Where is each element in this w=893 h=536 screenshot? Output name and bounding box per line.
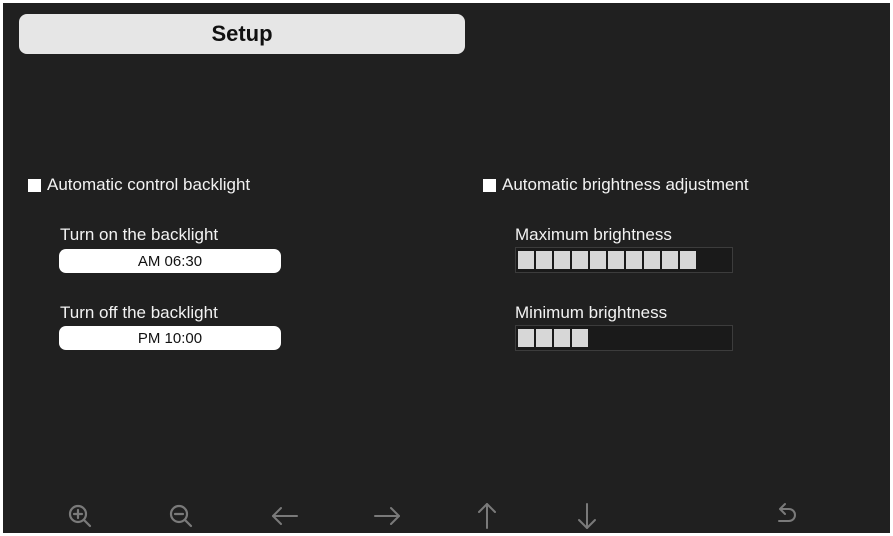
- brightness-level-segment: [518, 251, 534, 269]
- brightness-level-segment: [590, 251, 606, 269]
- brightness-level-segment: [536, 329, 552, 347]
- brightness-level-segment: [572, 329, 588, 347]
- backlight-on-label: Turn on the backlight: [60, 225, 219, 244]
- arrow-down-icon[interactable]: [571, 500, 603, 532]
- brightness-level-segment: [554, 329, 570, 347]
- auto-backlight-label: Automatic control backlight: [47, 175, 251, 194]
- brightness-level-segment: [680, 251, 696, 269]
- auto-brightness-label: Automatic brightness adjustment: [502, 175, 749, 194]
- auto-brightness-option[interactable]: Automatic brightness adjustment: [483, 175, 749, 195]
- page-title: Setup: [211, 21, 273, 46]
- arrow-left-icon[interactable]: [269, 500, 301, 532]
- return-icon[interactable]: [770, 500, 802, 532]
- setup-screen: Setup Automatic control backlight Turn o…: [3, 3, 890, 533]
- zoom-out-icon[interactable]: [165, 500, 197, 532]
- brightness-level-segment: [554, 251, 570, 269]
- backlight-off-time-value: PM 10:00: [137, 329, 203, 347]
- brightness-level-segment: [626, 251, 642, 269]
- auto-brightness-checkbox[interactable]: [483, 178, 496, 192]
- zoom-in-icon[interactable]: [64, 500, 96, 532]
- brightness-level-segment: [536, 251, 552, 269]
- max-brightness-label: Maximum brightness: [515, 225, 672, 244]
- auto-backlight-checkbox[interactable]: [28, 178, 41, 192]
- brightness-level-segment: [608, 251, 624, 269]
- max-brightness-slider[interactable]: [515, 247, 733, 273]
- backlight-off-time-field[interactable]: PM 10:00: [59, 326, 281, 350]
- arrow-up-icon[interactable]: [471, 500, 503, 532]
- brightness-level-segment: [518, 329, 534, 347]
- brightness-level-segment: [572, 251, 588, 269]
- brightness-level-segment: [644, 251, 660, 269]
- backlight-on-time-field[interactable]: AM 06:30: [59, 249, 281, 273]
- auto-backlight-option[interactable]: Automatic control backlight: [28, 175, 250, 195]
- min-brightness-label: Minimum brightness: [515, 303, 668, 322]
- min-brightness-slider[interactable]: [515, 325, 733, 351]
- backlight-off-label: Turn off the backlight: [60, 303, 218, 322]
- page-title-bar: Setup: [19, 14, 465, 54]
- arrow-right-icon[interactable]: [371, 500, 403, 532]
- brightness-level-segment: [662, 251, 678, 269]
- backlight-on-time-value: AM 06:30: [137, 252, 203, 270]
